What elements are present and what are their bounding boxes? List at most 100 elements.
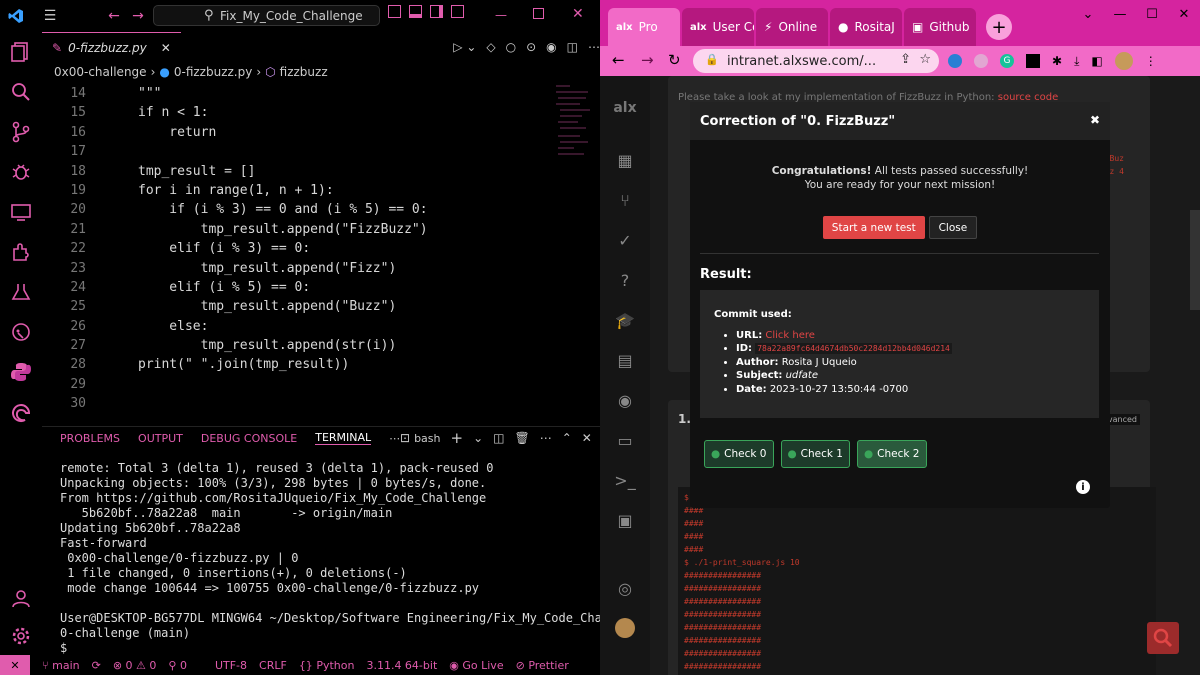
new-terminal-icon[interactable]: + xyxy=(451,429,464,447)
code-line[interactable]: 28 print(" ".join(tmp_result)) xyxy=(42,355,562,374)
run-debug-icon[interactable] xyxy=(0,152,42,192)
code-line[interactable]: 24 elif (i % 5) == 0: xyxy=(42,278,562,297)
remote-explorer-icon[interactable] xyxy=(0,192,42,232)
minimize-button[interactable]: — xyxy=(495,8,507,22)
split-terminal-icon[interactable]: ◫ xyxy=(493,431,504,445)
code-line[interactable]: 22 elif (i % 3) == 0: xyxy=(42,239,562,258)
close-tab-icon[interactable]: ✕ xyxy=(161,41,171,55)
terminal-shell-label[interactable]: bash xyxy=(414,432,440,445)
server-icon[interactable]: ▭ xyxy=(600,420,650,460)
maximize-panel-icon[interactable]: ⌃ xyxy=(562,431,572,445)
breadcrumb-folder[interactable]: 0x00-challenge xyxy=(54,65,147,79)
toggle-sidebar-icon[interactable] xyxy=(388,5,401,18)
toggle-panel-icon[interactable] xyxy=(409,5,422,18)
sync-icon[interactable]: ⟳ xyxy=(92,659,101,672)
address-bar[interactable]: 🔒 intranet.alxswe.com/... ⇪ ☆ xyxy=(693,49,939,73)
tab-0-fizzbuzz[interactable]: ✎ 0-fizzbuzz.py ✕ xyxy=(42,32,181,62)
code-line[interactable]: 17 xyxy=(42,142,562,161)
commit-url-link[interactable]: Click here xyxy=(765,330,815,341)
close-panel-icon[interactable]: ✕ xyxy=(582,431,592,445)
search-sidebar-icon[interactable] xyxy=(0,72,42,112)
language-indicator[interactable]: {} Python xyxy=(299,659,355,672)
extensions-puzzle-icon[interactable]: ✱ xyxy=(1052,54,1062,68)
scrollbar[interactable] xyxy=(1190,210,1200,310)
code-line[interactable]: 21 tmp_result.append("FizzBuzz") xyxy=(42,220,562,239)
code-line[interactable]: 16 return xyxy=(42,123,562,142)
side-panel-icon[interactable]: ◧ xyxy=(1091,54,1102,68)
close-window-button[interactable]: ✕ xyxy=(572,6,584,22)
project-tree-icon[interactable]: ⑂ xyxy=(600,180,650,220)
extension-box-icon[interactable] xyxy=(1026,54,1040,68)
browser-tab-user[interactable]: alx User Co xyxy=(682,8,754,46)
browser-tab-pro[interactable]: alx Pro xyxy=(608,8,680,46)
document-icon[interactable]: ▤ xyxy=(600,340,650,380)
ports-indicator[interactable]: ⚲ 0 xyxy=(168,659,187,672)
explorer-icon[interactable] xyxy=(0,32,42,72)
user-avatar[interactable] xyxy=(600,608,650,648)
remote-icon[interactable]: ✕ xyxy=(0,655,30,675)
trash-icon[interactable]: 🗑 xyxy=(514,431,529,445)
info-icon[interactable]: i xyxy=(1076,480,1090,494)
python-env-icon[interactable]: ◉ xyxy=(546,40,556,54)
code-line[interactable]: 15 if n < 1: xyxy=(42,103,562,122)
browser-tab-rositaj[interactable]: ● RositaJ xyxy=(830,8,902,46)
python-icon[interactable] xyxy=(0,352,42,392)
terminal-output[interactable]: remote: Total 3 (delta 1), reused 3 (del… xyxy=(60,461,674,656)
checkmark-icon[interactable]: ✓ xyxy=(600,220,650,260)
close-icon[interactable]: ✖ xyxy=(1090,113,1100,127)
close-window-button[interactable]: ✕ xyxy=(1168,0,1200,28)
tab-search-icon[interactable]: ⌄ xyxy=(1072,0,1104,28)
customize-layout-icon[interactable] xyxy=(451,5,464,18)
tab-debug-console[interactable]: DEBUG CONSOLE xyxy=(201,432,297,445)
testing-icon[interactable] xyxy=(0,272,42,312)
bookmark-star-icon[interactable]: ☆ xyxy=(919,52,931,67)
extensions-icon[interactable] xyxy=(0,232,42,272)
code-line[interactable]: 23 tmp_result.append("Fizz") xyxy=(42,259,562,278)
breadcrumb-symbol[interactable]: fizzbuzz xyxy=(280,65,328,79)
extension-globe-icon[interactable] xyxy=(948,54,962,68)
discord-icon[interactable]: ◎ xyxy=(600,568,650,608)
settings-gear-icon[interactable] xyxy=(0,616,42,656)
question-icon[interactable]: ? xyxy=(600,260,650,300)
code-line[interactable]: 14 """ xyxy=(42,84,562,103)
code-line[interactable]: 25 tmp_result.append("Buzz") xyxy=(42,297,562,316)
graduation-cap-icon[interactable]: 🎓 xyxy=(600,300,650,340)
more-icon[interactable]: ⋯ xyxy=(540,431,552,445)
code-line[interactable]: 27 tmp_result.append(str(i)) xyxy=(42,336,562,355)
download-icon[interactable]: ⤓ xyxy=(1074,54,1079,69)
tab-terminal[interactable]: TERMINAL xyxy=(315,431,372,445)
code-line[interactable]: 19 for i in range(1, n + 1): xyxy=(42,181,562,200)
alx-logo[interactable]: alx xyxy=(600,76,650,140)
prettier-button[interactable]: ⊘ Prettier xyxy=(516,659,569,672)
run-icon[interactable]: ▷ ⌄ xyxy=(453,40,476,54)
tab-output[interactable]: OUTPUT xyxy=(138,432,183,445)
code-line[interactable]: 26 else: xyxy=(42,317,562,336)
code-line[interactable]: 18 tmp_result = [] xyxy=(42,162,562,181)
minimap[interactable] xyxy=(550,80,600,190)
maximize-button[interactable] xyxy=(533,8,544,19)
code-line[interactable]: 29 xyxy=(42,375,562,394)
accounts-icon[interactable] xyxy=(0,578,42,618)
branch-indicator[interactable]: ⑂ main xyxy=(42,659,80,672)
browser-menu-icon[interactable]: ⋮ xyxy=(1145,54,1157,68)
go-live-button[interactable]: ◉ Go Live xyxy=(449,659,503,672)
tab-problems[interactable]: PROBLEMS xyxy=(60,432,120,445)
eol-label[interactable]: CRLF xyxy=(259,659,287,672)
profile-avatar[interactable] xyxy=(1114,52,1133,70)
chat-icon[interactable]: ◉ xyxy=(600,380,650,420)
toggle-circle-icon[interactable]: ○ xyxy=(506,40,516,54)
toggle-dot-icon[interactable]: ⊙ xyxy=(526,40,536,54)
stepper-icon[interactable]: ◇ xyxy=(486,40,495,54)
reload-button[interactable]: ↻ xyxy=(668,51,681,69)
problems-indicator[interactable]: ⊗ 0 ⚠ 0 xyxy=(113,659,157,672)
source-control-icon[interactable] xyxy=(0,112,42,152)
browser-tab-github[interactable]: ▣ Github xyxy=(904,8,976,46)
search-fab-icon[interactable] xyxy=(1147,622,1179,654)
back-button[interactable]: ← xyxy=(612,51,625,69)
share-icon[interactable]: ⇪ xyxy=(900,52,911,67)
start-new-test-button[interactable]: Start a new test xyxy=(822,216,925,239)
maximize-button[interactable]: ☐ xyxy=(1136,0,1168,28)
breadcrumb-file[interactable]: 0-fizzbuzz.py xyxy=(174,65,252,79)
forward-arrow-icon[interactable]: → xyxy=(126,4,150,28)
back-arrow-icon[interactable]: ← xyxy=(102,4,126,28)
